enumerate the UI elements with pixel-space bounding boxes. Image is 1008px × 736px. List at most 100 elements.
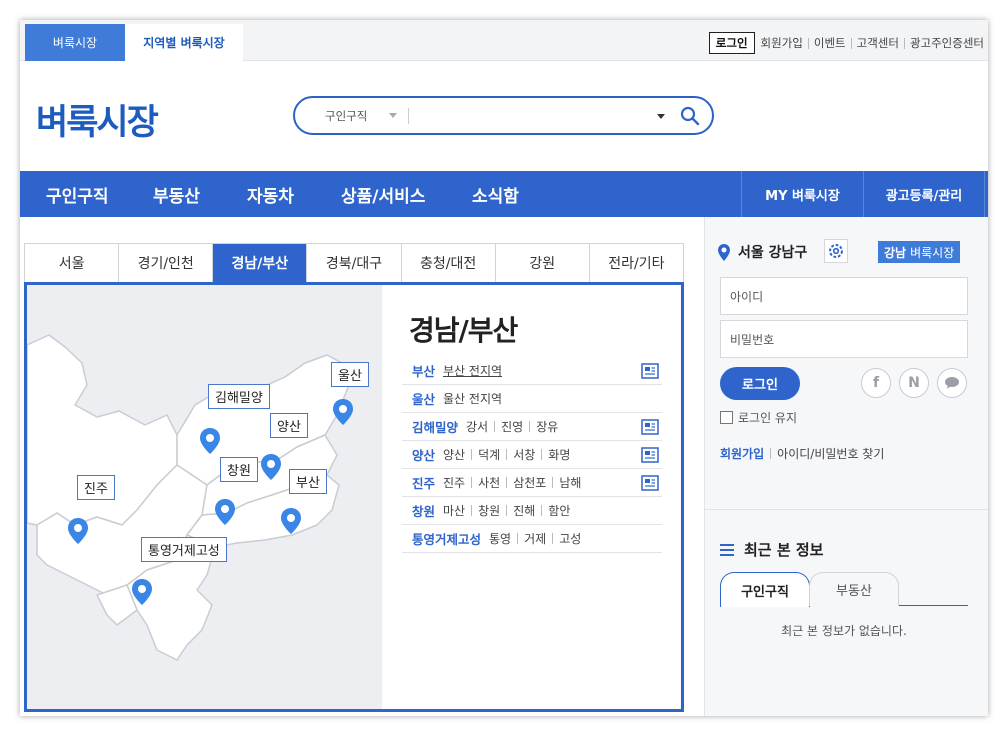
subregion-link[interactable]: 남해 [559, 474, 581, 491]
map-pin-icon[interactable] [199, 427, 221, 455]
search-category-select[interactable]: 구인구직 [325, 108, 367, 124]
separator [541, 505, 543, 516]
region-name[interactable]: 진주 [412, 473, 435, 492]
advertiser-auth-link[interactable]: 광고주인증센터 [910, 35, 984, 51]
region-name[interactable]: 양산 [412, 445, 435, 464]
recent-tab-real-estate[interactable]: 부동산 [809, 572, 899, 606]
recent-tabs: 구인구직 부동산 [720, 572, 968, 607]
separator [471, 449, 473, 460]
map-label-tongyeong-geoje-goseong[interactable]: 통영거제고성 [141, 537, 227, 562]
newspaper-icon[interactable] [640, 475, 660, 491]
login-button[interactable]: 로그인 [720, 367, 800, 400]
map-label-busan[interactable]: 부산 [289, 469, 327, 494]
subregion-link[interactable]: 진영 [501, 418, 523, 435]
map-label-yangsan[interactable]: 양산 [270, 413, 308, 438]
newspaper-icon[interactable] [640, 419, 660, 435]
subregion-link[interactable]: 강서 [466, 418, 488, 435]
tab-gyeongbuk-daegu[interactable]: 경북/대구 [306, 244, 400, 282]
gear-icon[interactable] [824, 239, 848, 263]
nav-my-market[interactable]: MY 벼룩시장 [741, 171, 863, 217]
map-pin-icon[interactable] [131, 578, 153, 606]
naver-icon[interactable]: N [899, 368, 929, 398]
region-name[interactable]: 창원 [412, 501, 435, 520]
tab-gyeongnam-busan[interactable]: 경남/부산 [212, 244, 307, 282]
region-title: 경남/부산 [409, 314, 518, 347]
map-pin-icon[interactable] [214, 498, 236, 526]
subregion-link[interactable]: 통영 [489, 530, 511, 547]
sidebar-divider [705, 509, 988, 510]
tab-gangwon[interactable]: 강원 [494, 244, 589, 282]
subregion-link[interactable]: 함안 [548, 502, 570, 519]
search-icon[interactable] [680, 106, 700, 126]
map-label-gimhae-miryang[interactable]: 김해밀양 [208, 384, 270, 409]
chevron-down-icon[interactable] [389, 113, 397, 118]
customer-center-link[interactable]: 고객센터 [857, 35, 899, 51]
nav-real-estate[interactable]: 부동산 [153, 171, 200, 217]
region-name[interactable]: 통영거제고성 [412, 529, 481, 548]
keep-login-label: 로그인 유지 [738, 411, 798, 425]
search-input[interactable] [415, 104, 645, 128]
tab-jeolla-etc[interactable]: 전라/기타 [588, 244, 683, 282]
subregion-link[interactable]: 삼천포 [513, 474, 546, 491]
subregion-link[interactable]: 진주 [443, 474, 465, 491]
subregion-link[interactable]: 서창 [513, 446, 535, 463]
main-nav: 구인구직 부동산 자동차 상품/서비스 소식함 MY 벼룩시장 광고등록/관리 [20, 171, 988, 217]
map-label-ulsan[interactable]: 울산 [331, 362, 369, 387]
map-pin-icon[interactable] [332, 398, 354, 426]
site-logo[interactable]: 벼룩시장 [36, 94, 159, 145]
dropdown-arrow-icon[interactable] [657, 114, 665, 119]
region-row-changwon: 창원 마산 창원 진해 함안 [402, 497, 662, 525]
find-account-link[interactable]: 아이디/비밀번호 찾기 [777, 445, 884, 462]
region-rows: 부산 부산 전지역 울산 울산 전지역 김해밀양 강서 진영 장유 양산 양산 … [402, 357, 662, 553]
facebook-icon[interactable]: f [861, 368, 891, 398]
recent-tab-jobs[interactable]: 구인구직 [720, 572, 810, 607]
nav-cars[interactable]: 자동차 [247, 171, 294, 217]
keep-login[interactable]: 로그인 유지 [720, 409, 797, 426]
keep-login-checkbox[interactable] [720, 411, 733, 424]
id-field[interactable]: 아이디 [720, 277, 968, 315]
tab-byeoruk-market[interactable]: 벼룩시장 [25, 24, 125, 61]
map-label-jinju[interactable]: 진주 [77, 475, 115, 500]
subregion-link[interactable]: 화명 [548, 446, 570, 463]
signup-link[interactable]: 회원가입 [761, 35, 803, 51]
region-row-ulsan: 울산 울산 전지역 [402, 385, 662, 413]
subregion-link[interactable]: 고성 [559, 530, 581, 547]
newspaper-icon[interactable] [640, 447, 660, 463]
tab-regional-market[interactable]: 지역별 벼룩시장 [125, 24, 243, 61]
tab-chungcheong-daejeon[interactable]: 충청/대전 [400, 244, 495, 282]
subregion-link[interactable]: 사천 [478, 474, 500, 491]
password-field[interactable]: 비밀번호 [720, 320, 968, 358]
nav-goods-services[interactable]: 상품/서비스 [341, 171, 425, 217]
subregion-link[interactable]: 마산 [443, 502, 465, 519]
subregion-link[interactable]: 양산 [443, 446, 465, 463]
subregion-link[interactable]: 거제 [524, 530, 546, 547]
subregion-link[interactable]: 창원 [478, 502, 500, 519]
region-name[interactable]: 부산 [412, 361, 435, 380]
region-row-yangsan: 양산 양산 덕계 서창 화명 [402, 441, 662, 469]
subregion-link[interactable]: 울산 전지역 [443, 390, 502, 407]
join-link[interactable]: 회원가입 [720, 445, 764, 462]
region-name[interactable]: 울산 [412, 389, 435, 408]
top-login-link[interactable]: 로그인 [708, 32, 755, 54]
kakaotalk-icon[interactable] [937, 368, 967, 398]
nav-news[interactable]: 소식함 [472, 171, 519, 217]
newspaper-icon[interactable] [640, 363, 660, 379]
separator [552, 533, 554, 544]
event-link[interactable]: 이벤트 [814, 35, 846, 51]
map-label-changwon[interactable]: 창원 [220, 457, 258, 482]
separator [494, 421, 496, 432]
subregion-link[interactable]: 장유 [536, 418, 558, 435]
tab-gyeonggi-incheon[interactable]: 경기/인천 [118, 244, 212, 282]
region-name[interactable]: 김해밀양 [412, 417, 458, 436]
separator [807, 37, 809, 49]
map-pin-icon[interactable] [280, 507, 302, 535]
map-pin-icon[interactable] [260, 453, 282, 481]
nav-jobs[interactable]: 구인구직 [46, 171, 109, 217]
subregion-link[interactable]: 덕계 [478, 446, 500, 463]
subregion-link[interactable]: 부산 전지역 [443, 362, 502, 379]
tab-seoul[interactable]: 서울 [25, 244, 118, 282]
subregion-link[interactable]: 진해 [513, 502, 535, 519]
nav-ad-manage[interactable]: 광고등록/관리 [863, 171, 985, 217]
local-market-badge[interactable]: 강남 벼룩시장 [878, 241, 961, 263]
map-pin-icon[interactable] [67, 517, 89, 545]
